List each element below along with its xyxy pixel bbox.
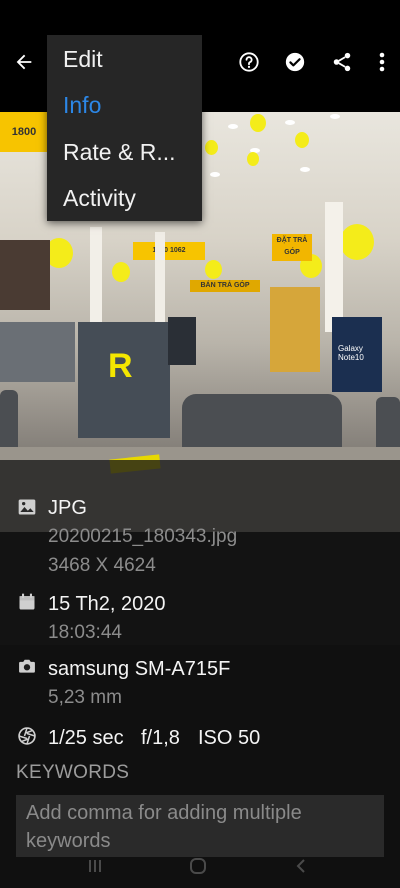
nav-back-icon[interactable] <box>292 856 310 876</box>
store-sign: Galaxy Note10 <box>338 344 364 362</box>
capture-date: 15 Th2, 2020 <box>48 593 166 615</box>
file-name: 20200215_180343.jpg <box>48 526 238 547</box>
shutter-speed: 1/25 sec <box>48 727 124 749</box>
store-sign: ĐẶT TRẢ GÓP <box>272 234 312 261</box>
file-type: JPG <box>48 497 87 519</box>
more-vert-icon[interactable] <box>372 49 392 75</box>
image-icon <box>17 497 37 517</box>
focal-length: 5,23 mm <box>48 687 122 708</box>
camera-model: samsung SM-A715F <box>48 658 231 680</box>
home-icon[interactable] <box>188 856 208 876</box>
menu-item-activity[interactable]: Activity <box>63 185 136 212</box>
menu-item-info[interactable]: Info <box>63 92 101 119</box>
recent-apps-icon[interactable] <box>86 856 104 876</box>
overflow-menu: Edit Info Rate & R... Activity <box>47 35 202 221</box>
aperture-value: f/1,8 <box>141 727 180 749</box>
iso-value: ISO 50 <box>198 727 261 749</box>
brand-logo: R <box>108 347 133 385</box>
help-icon[interactable] <box>236 49 262 75</box>
image-dimensions: 3468 X 4624 <box>48 555 156 576</box>
keywords-input[interactable]: Add comma for adding multiple keywords <box>16 795 384 857</box>
menu-item-edit[interactable]: Edit <box>63 46 103 73</box>
back-arrow-icon[interactable] <box>10 48 38 76</box>
menu-item-rate-review[interactable]: Rate & R... <box>63 139 175 166</box>
aperture-icon <box>17 726 37 746</box>
store-sign: 1800 1062 <box>133 242 205 260</box>
check-circle-icon[interactable] <box>282 49 308 75</box>
calendar-icon <box>17 592 37 612</box>
store-sign: BÁN TRẢ GÓP <box>190 280 260 292</box>
system-nav-bar <box>0 852 400 888</box>
camera-icon <box>17 656 37 676</box>
capture-time: 18:03:44 <box>48 622 122 643</box>
keywords-placeholder: Add comma for adding multiple keywords <box>26 802 302 852</box>
store-sign: 1800 <box>0 112 48 152</box>
keywords-label: KEYWORDS <box>16 762 130 783</box>
share-icon[interactable] <box>329 49 355 75</box>
